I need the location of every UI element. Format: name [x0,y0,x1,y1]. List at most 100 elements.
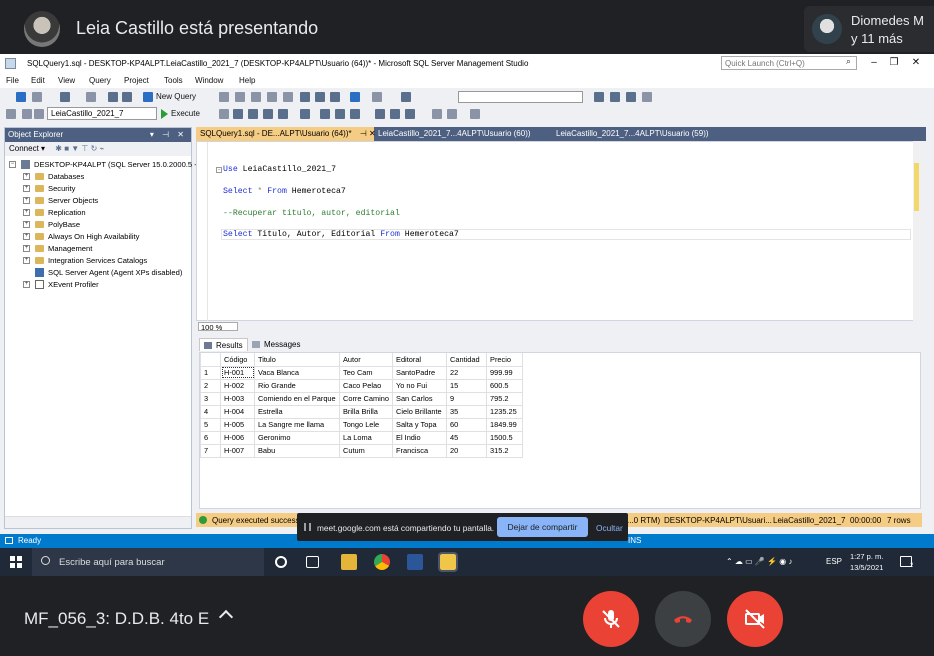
grid-cell[interactable]: Cutum [338,443,394,458]
taskbar-search[interactable]: Escribe aquí para buscar [32,548,264,576]
minimize-icon[interactable]: – [866,57,882,68]
display-plan-icon[interactable] [248,109,258,119]
properties-icon[interactable] [610,92,620,102]
grid-cell[interactable]: Corre Camino [338,391,394,406]
grid-cell[interactable]: H-007 [220,443,255,458]
intellisense-icon[interactable] [300,109,310,119]
client-stats-icon[interactable] [350,109,360,119]
tab-results[interactable]: Results [199,338,248,351]
query-options-icon[interactable] [278,109,288,119]
column-header[interactable]: Código [220,353,255,367]
table-row[interactable]: 6 H-006 Geronimo La Loma El Indio 45 150… [200,430,524,445]
quick-launch-input[interactable] [721,56,857,70]
copy-icon[interactable] [315,92,325,102]
expand-icon[interactable]: + [23,173,30,180]
change-connection-icon[interactable] [34,109,44,119]
menu-window[interactable]: Window [195,76,223,85]
save-all-icon[interactable] [122,92,132,102]
menu-view[interactable]: View [58,76,75,85]
results-text-icon[interactable] [375,109,385,119]
grid-corner[interactable] [200,353,221,367]
undo-icon[interactable] [350,92,360,102]
new-query-icon[interactable] [143,92,153,102]
participants-tile[interactable]: Diomedes M y 11 más [804,6,934,52]
grid-cell[interactable]: H-003 [220,391,255,406]
restore-icon[interactable]: ❐ [886,57,902,68]
ssms-taskbar-icon[interactable] [438,552,458,572]
grid-cell[interactable]: Cielo Brillante [392,404,448,419]
paste-icon[interactable] [330,92,340,102]
grid-cell[interactable]: Comiendo en el Parque [254,391,340,406]
column-header[interactable]: Precio [486,353,524,367]
grid-cell[interactable]: Babu [254,443,340,458]
redo-icon[interactable] [372,92,382,102]
expand-icon[interactable]: + [23,233,30,240]
table-row[interactable]: 4 H-004 Estrella Brilla Brilla Cielo Bri… [200,404,524,419]
windows-start-icon[interactable] [10,556,22,568]
grid-cell[interactable]: 35 [446,404,488,419]
new-file-icon[interactable] [60,92,70,102]
layout-icon[interactable] [642,92,652,102]
tab-query-59[interactable]: LeiaCastillo_2021_7...4ALPT\Usuario (59)… [552,127,730,141]
zoom-select[interactable]: 100 % [198,322,238,332]
expand-icon[interactable]: + [23,185,30,192]
object-explorer-hscroll[interactable] [5,516,191,528]
menu-help[interactable]: Help [239,76,255,85]
mdx-query-icon[interactable] [251,92,261,102]
grid-cell[interactable]: 1500.5 [486,430,524,445]
close-icon[interactable]: ✕ [908,57,924,68]
grid-cell[interactable]: Caco Pelao [338,378,394,393]
grid-cell[interactable]: H-006 [220,430,255,445]
connect-button[interactable]: Connect ▾ [9,144,45,153]
grid-cell[interactable]: Geronimo [254,430,340,445]
file-explorer-icon[interactable] [341,554,357,570]
expand-icon[interactable]: + [23,221,30,228]
word-icon[interactable] [407,554,423,570]
grid-cell[interactable]: 20 [446,443,488,458]
editor-vscroll[interactable] [913,141,922,321]
table-row[interactable]: 3 H-003 Comiendo en el Parque Corre Cami… [200,391,524,406]
xmla-query-icon[interactable] [283,92,293,102]
cut-icon[interactable] [300,92,310,102]
grid-cell[interactable]: SantoPadre [392,365,448,380]
column-header[interactable]: Titulo [254,353,340,367]
grid-cell[interactable]: Rio Grande [254,378,340,393]
row-number[interactable]: 2 [200,378,221,393]
db-query-icon[interactable] [219,92,229,102]
grid-cell[interactable]: H-005 [220,417,255,432]
grid-cell[interactable]: El Indio [392,430,448,445]
grid-cell[interactable]: 60 [446,417,488,432]
grid-cell[interactable]: La Loma [338,430,394,445]
cortana-icon[interactable] [275,556,287,568]
parse-icon[interactable] [233,109,243,119]
grid-cell[interactable]: Estrella [254,404,340,419]
hide-banner-button[interactable]: Ocultar [596,523,623,533]
chrome-icon[interactable] [374,554,390,570]
grid-cell[interactable]: 9 [446,391,488,406]
row-number[interactable]: 1 [200,365,221,380]
menu-query[interactable]: Query [89,76,111,85]
stop-icon[interactable] [219,109,229,119]
grid-cell[interactable]: 315.2 [486,443,524,458]
grid-cell[interactable]: Salta y Topa [392,417,448,432]
tab-messages[interactable]: Messages [248,338,304,351]
live-stats-icon[interactable] [335,109,345,119]
row-number[interactable]: 3 [200,391,221,406]
tray-lang[interactable]: ESP [826,557,842,566]
mic-toggle-button[interactable] [583,591,639,647]
row-number[interactable]: 5 [200,417,221,432]
solution-config-combo[interactable] [458,91,583,103]
grid-cell[interactable]: 22 [446,365,488,380]
expand-icon[interactable]: + [23,281,30,288]
grid-cell[interactable]: H-001 [220,365,255,380]
menu-project[interactable]: Project [124,76,149,85]
grid-cell[interactable]: 795.2 [486,391,524,406]
grid-cell[interactable]: 999.99 [486,365,524,380]
camera-toggle-button[interactable] [727,591,783,647]
collapse-icon[interactable]: − [9,161,16,168]
uncomment-icon[interactable] [447,109,457,119]
editor-scroll-thumb[interactable] [914,163,919,211]
grid-cell[interactable]: Tongo Lele [338,417,394,432]
toolbox-icon[interactable] [626,92,636,102]
task-view-icon[interactable] [306,556,319,568]
